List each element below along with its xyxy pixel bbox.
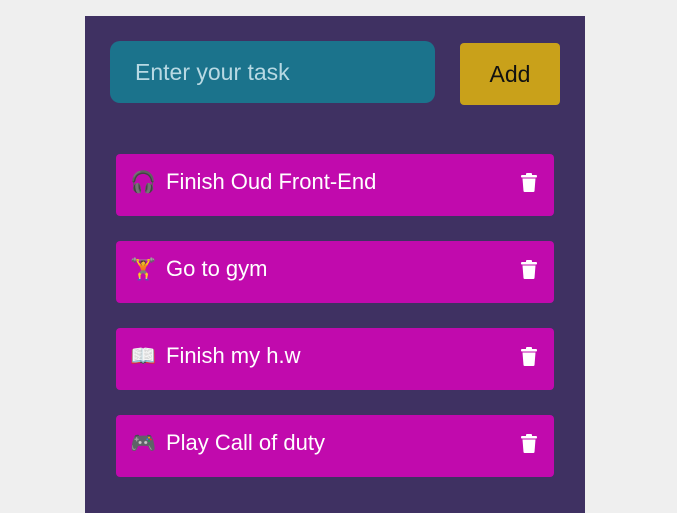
task-input[interactable] [110, 41, 435, 103]
task-text: Play Call of duty [166, 430, 325, 455]
open-book-icon: 📖 [130, 344, 157, 368]
game-controller-icon: 🎮 [130, 431, 157, 455]
trash-icon[interactable] [518, 344, 540, 368]
task-text: Finish Oud Front-End [166, 169, 377, 194]
trash-icon[interactable] [518, 257, 540, 281]
trash-icon[interactable] [518, 170, 540, 194]
task-item: 📖 Finish my h.w [116, 328, 554, 390]
todo-panel: Add 🎧 Finish Oud Front-End 🏋 Go to gym [85, 16, 585, 513]
headphones-icon: 🎧 [130, 170, 157, 194]
add-button[interactable]: Add [460, 43, 560, 105]
task-item: 🎧 Finish Oud Front-End [116, 154, 554, 216]
weightlifter-icon: 🏋 [130, 257, 157, 281]
task-text: Finish my h.w [166, 343, 301, 368]
task-list: 🎧 Finish Oud Front-End 🏋 Go to gym 📖 Fin… [116, 154, 554, 502]
trash-icon[interactable] [518, 431, 540, 455]
task-text: Go to gym [166, 256, 268, 281]
task-item: 🏋 Go to gym [116, 241, 554, 303]
task-item: 🎮 Play Call of duty [116, 415, 554, 477]
